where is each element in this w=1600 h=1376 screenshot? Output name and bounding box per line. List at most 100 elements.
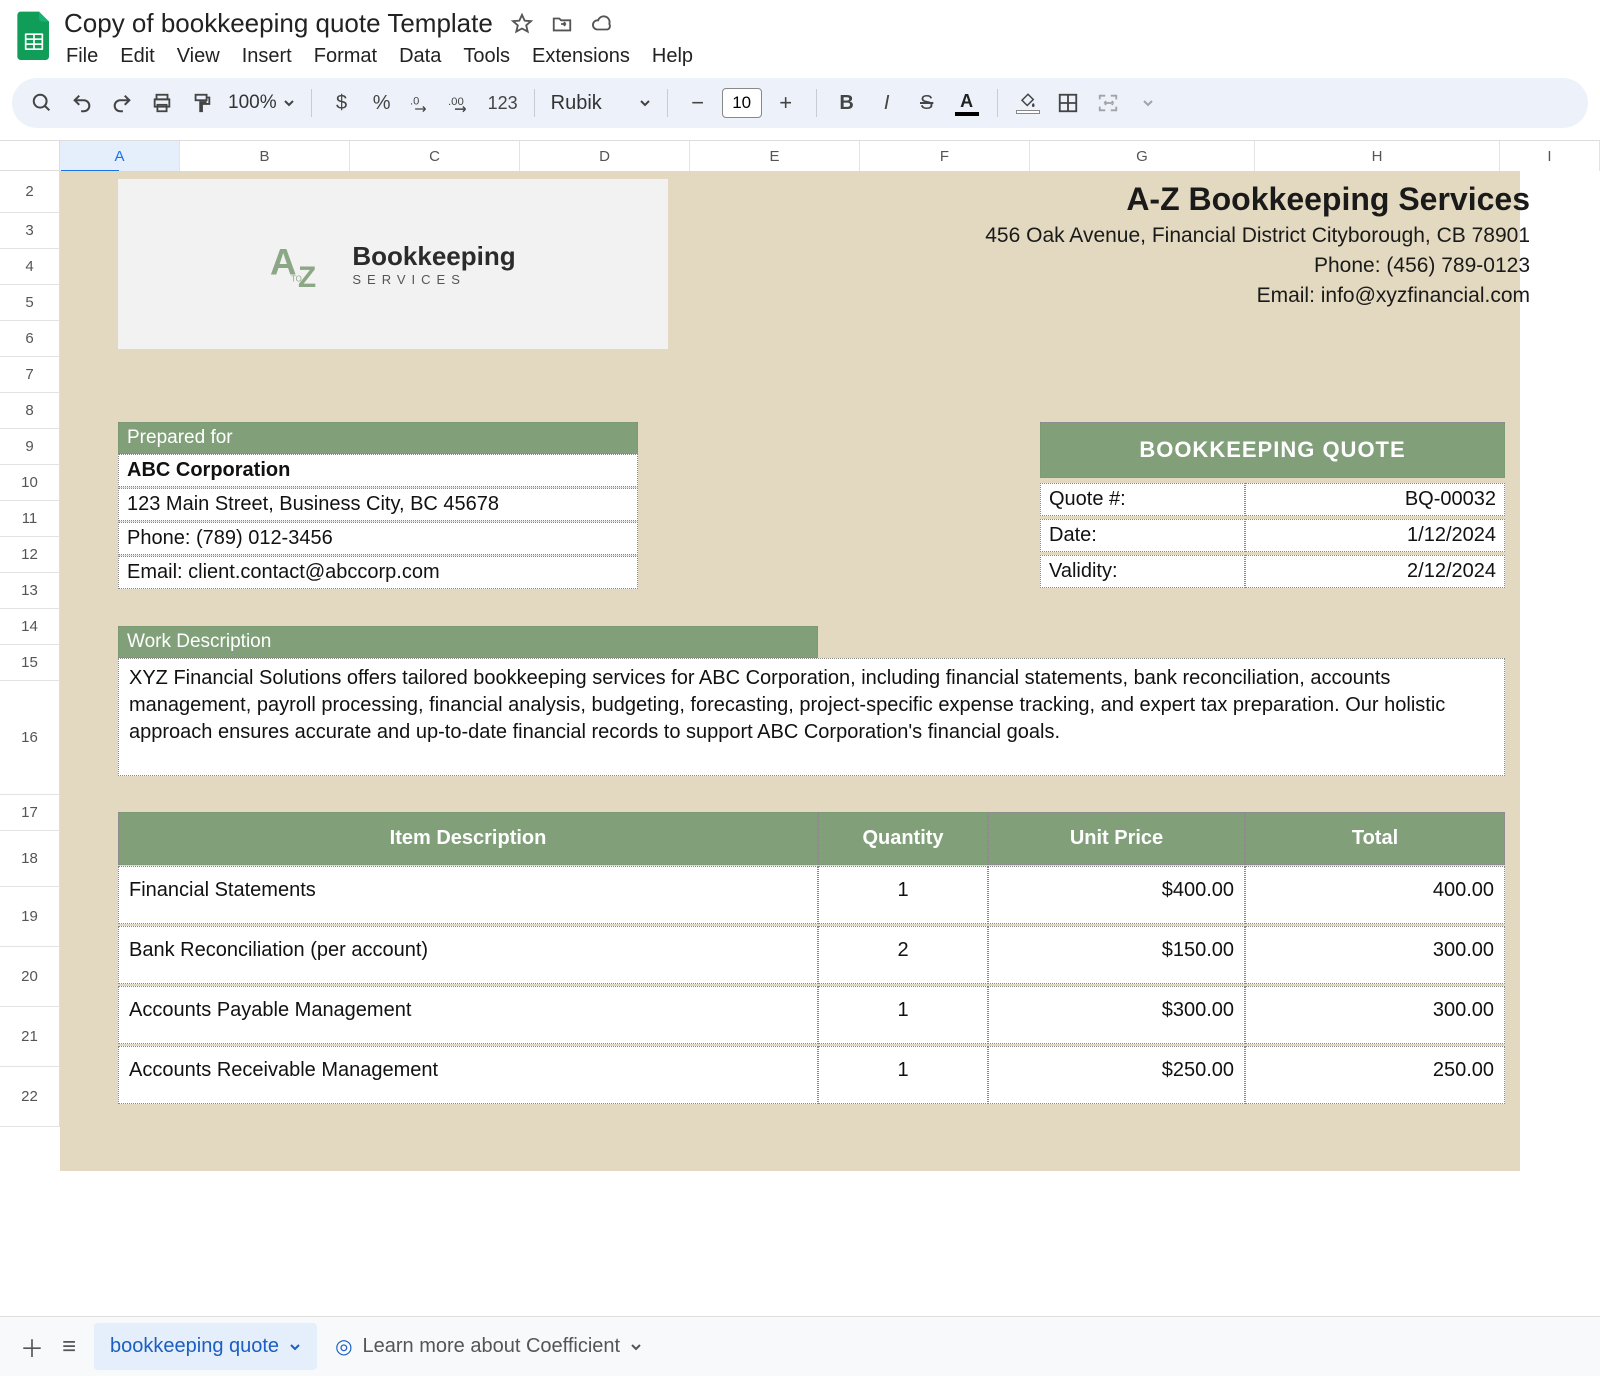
learn-more-link[interactable]: ◎ Learn more about Coefficient xyxy=(335,1334,642,1359)
fill-color-icon[interactable] xyxy=(1014,89,1042,117)
col-header-H[interactable]: H xyxy=(1255,141,1500,171)
item-cell-r1-c0[interactable]: Bank Reconciliation (per account) xyxy=(118,926,818,984)
row-header-17[interactable]: 17 xyxy=(0,795,60,831)
text-color-icon[interactable]: A xyxy=(953,89,981,117)
undo-icon[interactable] xyxy=(68,89,96,117)
client-email[interactable]: Email: client.contact@abccorp.com xyxy=(118,556,638,589)
quote-label-2[interactable]: Validity: xyxy=(1040,555,1245,588)
row-header-12[interactable]: 12 xyxy=(0,537,60,573)
paint-format-icon[interactable] xyxy=(188,89,216,117)
item-cell-r3-c3[interactable]: 250.00 xyxy=(1245,1046,1505,1104)
sheets-logo[interactable] xyxy=(14,8,54,62)
col-header-E[interactable]: E xyxy=(690,141,860,171)
item-cell-r2-c0[interactable]: Accounts Payable Management xyxy=(118,986,818,1044)
currency-icon[interactable]: $ xyxy=(328,89,356,117)
row-header-19[interactable]: 19 xyxy=(0,887,60,947)
col-header-A[interactable]: A xyxy=(60,141,180,171)
quote-value-1[interactable]: 1/12/2024 xyxy=(1245,519,1505,552)
chevron-down-icon[interactable] xyxy=(630,1341,642,1353)
item-cell-r0-c2[interactable]: $400.00 xyxy=(988,866,1245,924)
menu-tools[interactable]: Tools xyxy=(463,45,510,68)
col-header-G[interactable]: G xyxy=(1030,141,1255,171)
item-cell-r2-c3[interactable]: 300.00 xyxy=(1245,986,1505,1044)
menu-insert[interactable]: Insert xyxy=(242,45,292,68)
sheet-tab-active[interactable]: bookkeeping quote xyxy=(94,1323,317,1370)
item-cell-r1-c3[interactable]: 300.00 xyxy=(1245,926,1505,984)
all-sheets-icon[interactable]: ≡ xyxy=(62,1333,76,1361)
row-header-5[interactable]: 5 xyxy=(0,285,60,321)
bold-icon[interactable]: B xyxy=(833,89,861,117)
row-header-13[interactable]: 13 xyxy=(0,573,60,609)
decrease-decimal-icon[interactable]: .0 xyxy=(408,89,436,117)
menu-view[interactable]: View xyxy=(177,45,220,68)
increase-decimal-icon[interactable]: .00 xyxy=(448,89,476,117)
more-toolbar-icon[interactable] xyxy=(1134,89,1162,117)
search-icon[interactable] xyxy=(28,89,56,117)
star-icon[interactable] xyxy=(511,13,533,35)
item-cell-r2-c2[interactable]: $300.00 xyxy=(988,986,1245,1044)
move-folder-icon[interactable] xyxy=(551,13,573,35)
row-header-14[interactable]: 14 xyxy=(0,609,60,645)
italic-icon[interactable]: I xyxy=(873,89,901,117)
quote-value-0[interactable]: BQ-00032 xyxy=(1245,483,1505,516)
add-sheet-icon[interactable]: ＋ xyxy=(20,1329,44,1364)
font-size-input[interactable] xyxy=(722,88,762,118)
quote-label-0[interactable]: Quote #: xyxy=(1040,483,1245,516)
strikethrough-icon[interactable]: S xyxy=(913,89,941,117)
increase-font-size-icon[interactable]: + xyxy=(772,89,800,117)
row-header-22[interactable]: 22 xyxy=(0,1067,60,1127)
item-cell-r1-c2[interactable]: $150.00 xyxy=(988,926,1245,984)
doc-title[interactable]: Copy of bookkeeping quote Template xyxy=(64,8,493,39)
client-name[interactable]: ABC Corporation xyxy=(118,454,638,487)
row-header-16[interactable]: 16 xyxy=(0,681,60,795)
row-header-15[interactable]: 15 xyxy=(0,645,60,681)
item-cell-r3-c0[interactable]: Accounts Receivable Management xyxy=(118,1046,818,1104)
row-header-10[interactable]: 10 xyxy=(0,465,60,501)
menu-data[interactable]: Data xyxy=(399,45,441,68)
row-header-6[interactable]: 6 xyxy=(0,321,60,357)
cloud-icon[interactable] xyxy=(591,13,613,35)
row-header-2[interactable]: 2 xyxy=(0,171,60,213)
work-description-body[interactable]: XYZ Financial Solutions offers tailored … xyxy=(118,658,1505,776)
print-icon[interactable] xyxy=(148,89,176,117)
row-header-9[interactable]: 9 xyxy=(0,429,60,465)
col-header-C[interactable]: C xyxy=(350,141,520,171)
percent-icon[interactable]: % xyxy=(368,89,396,117)
quote-value-2[interactable]: 2/12/2024 xyxy=(1245,555,1505,588)
borders-icon[interactable] xyxy=(1054,89,1082,117)
menu-edit[interactable]: Edit xyxy=(120,45,154,68)
row-header-21[interactable]: 21 xyxy=(0,1007,60,1067)
col-header-B[interactable]: B xyxy=(180,141,350,171)
select-all-corner[interactable] xyxy=(0,141,60,171)
row-header-11[interactable]: 11 xyxy=(0,501,60,537)
row-header-7[interactable]: 7 xyxy=(0,357,60,393)
row-header-20[interactable]: 20 xyxy=(0,947,60,1007)
menu-format[interactable]: Format xyxy=(314,45,377,68)
item-cell-r3-c2[interactable]: $250.00 xyxy=(988,1046,1245,1104)
item-cell-r0-c0[interactable]: Financial Statements xyxy=(118,866,818,924)
menu-file[interactable]: File xyxy=(66,45,98,68)
merge-cells-icon[interactable] xyxy=(1094,89,1122,117)
quote-label-1[interactable]: Date: xyxy=(1040,519,1245,552)
client-phone[interactable]: Phone: (789) 012-3456 xyxy=(118,522,638,555)
decrease-font-size-icon[interactable]: − xyxy=(684,89,712,117)
client-address[interactable]: 123 Main Street, Business City, BC 45678 xyxy=(118,488,638,521)
menu-help[interactable]: Help xyxy=(652,45,693,68)
col-header-D[interactable]: D xyxy=(520,141,690,171)
item-cell-r1-c1[interactable]: 2 xyxy=(818,926,988,984)
redo-icon[interactable] xyxy=(108,89,136,117)
row-header-3[interactable]: 3 xyxy=(0,213,60,249)
item-cell-r2-c1[interactable]: 1 xyxy=(818,986,988,1044)
zoom-dropdown[interactable]: 100% xyxy=(228,92,295,114)
chevron-down-icon[interactable] xyxy=(289,1341,301,1353)
item-cell-r0-c3[interactable]: 400.00 xyxy=(1245,866,1505,924)
item-cell-r0-c1[interactable]: 1 xyxy=(818,866,988,924)
col-header-F[interactable]: F xyxy=(860,141,1030,171)
col-header-I[interactable]: I xyxy=(1500,141,1600,171)
row-header-18[interactable]: 18 xyxy=(0,831,60,887)
row-header-4[interactable]: 4 xyxy=(0,249,60,285)
number-format-dropdown[interactable]: 123 xyxy=(488,89,518,117)
menu-extensions[interactable]: Extensions xyxy=(532,45,630,68)
font-family-dropdown[interactable]: Rubik xyxy=(551,92,651,115)
item-cell-r3-c1[interactable]: 1 xyxy=(818,1046,988,1104)
